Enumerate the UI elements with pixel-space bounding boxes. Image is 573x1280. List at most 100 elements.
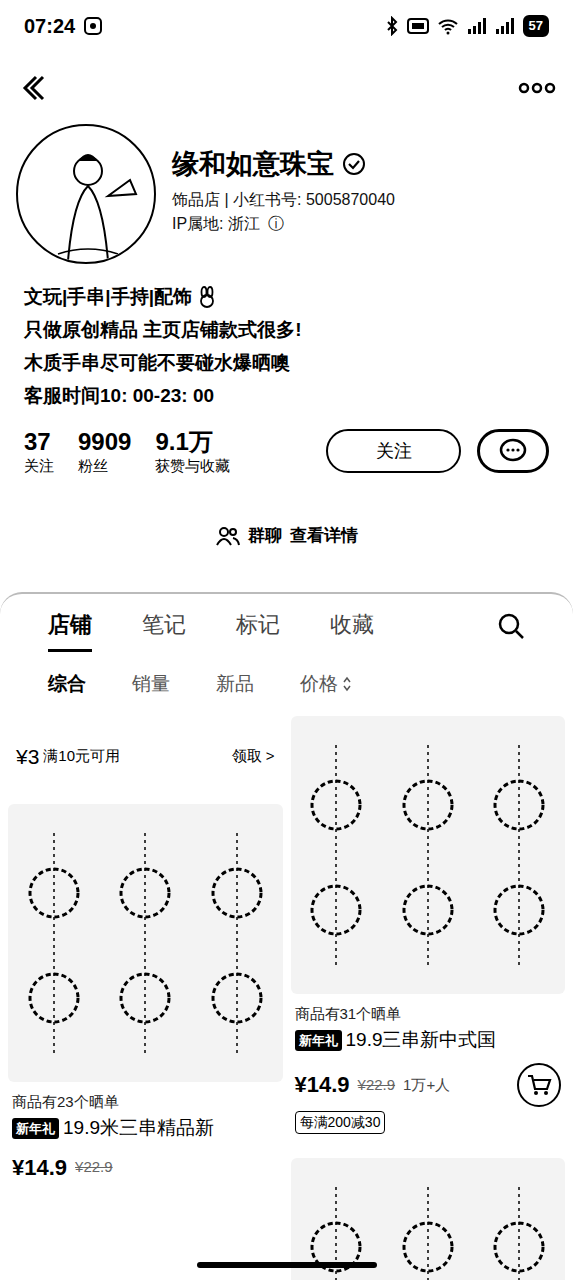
sort-bar: 综合 销量 新品 价格	[0, 652, 573, 716]
bio-text: 客服时间10: 00-23: 00	[24, 379, 214, 412]
status-right: 57	[385, 15, 549, 37]
bracelet-icon	[110, 823, 180, 1063]
coupon[interactable]: ¥3满10元可用领取 >	[8, 716, 283, 796]
bio-text: 木质手串尽可能不要碰水爆晒噢	[24, 346, 290, 379]
sort-arrows-icon	[342, 676, 352, 692]
sort-label: 综合	[48, 670, 86, 699]
profile-info: 缘和如意珠宝饰品店 | 小红书号: 5005870040IP属地: 浙江 ⓘ	[172, 124, 395, 264]
review-count: 商品有31个晒单	[291, 1002, 566, 1026]
group-chat-link[interactable]: 查看详情	[290, 523, 358, 549]
tab[interactable]: 标记	[236, 594, 280, 652]
stat-item[interactable]: 9.1万获赞与收藏	[155, 428, 230, 475]
bracelet-icon	[484, 735, 554, 975]
bio-line: 客服时间10: 00-23: 00	[24, 379, 549, 412]
sort-label: 新品	[216, 670, 254, 699]
chat-button[interactable]	[477, 429, 549, 473]
sort-option[interactable]: 综合	[48, 670, 86, 699]
stat-item[interactable]: 37关注	[24, 428, 54, 475]
battery: 57	[523, 15, 549, 37]
product-image[interactable]	[8, 804, 283, 1082]
product-title: 19.9三串新中式国	[346, 1026, 497, 1055]
bio: 文玩|手串|手持|配饰只做原创精品 主页店铺款式很多!木质手串尽可能不要碰水爆晒…	[0, 280, 573, 412]
bio-text: 文玩|手串|手持|配饰	[24, 280, 192, 313]
tab[interactable]: 笔记	[142, 594, 186, 652]
bracelet-icon	[393, 735, 463, 975]
stat-label: 关注	[24, 457, 54, 475]
bluetooth-icon	[385, 16, 399, 36]
signal-icon	[495, 17, 515, 35]
coupon-amount: ¥3	[16, 741, 39, 773]
promo-row: 每满200减30	[291, 1111, 566, 1134]
tab-bar: 店铺笔记标记收藏	[0, 594, 573, 652]
hd-icon	[407, 17, 429, 35]
product-column: 商品有31个晒单新年礼19.9三串新中式国¥14.9¥22.91万+人每满200…	[291, 716, 566, 1280]
tab[interactable]: 店铺	[48, 594, 92, 652]
promo-tag: 新年礼	[295, 1030, 342, 1052]
cart-button[interactable]	[517, 1063, 561, 1107]
group-chat-row: 群聊查看详情	[0, 523, 573, 549]
avatar[interactable]	[16, 124, 156, 264]
sort-label: 销量	[132, 670, 170, 699]
status-left: 07:24	[24, 11, 103, 41]
coupon-claim[interactable]: 领取 >	[232, 745, 275, 768]
promo-badge: 每满200减30	[295, 1111, 386, 1134]
price: ¥14.9	[12, 1151, 67, 1184]
profile-head: 缘和如意珠宝饰品店 | 小红书号: 5005870040IP属地: 浙江 ⓘ	[0, 124, 573, 264]
product-grid: ¥3满10元可用领取 >商品有23个晒单新年礼19.9米三串精品新¥14.9¥2…	[0, 716, 573, 1280]
stat-label: 粉丝	[78, 457, 131, 475]
product-title: 19.9米三串精品新	[63, 1114, 214, 1143]
title-row: 新年礼19.9米三串精品新	[8, 1114, 283, 1143]
original-price: ¥22.9	[358, 1074, 396, 1097]
back-icon[interactable]	[16, 72, 48, 104]
ip-line: IP属地: 浙江 ⓘ	[172, 212, 395, 236]
top-nav	[0, 52, 573, 124]
sort-option[interactable]: 新品	[216, 670, 254, 699]
people-icon	[216, 526, 240, 546]
sales: 1万+人	[403, 1074, 450, 1097]
stat-item[interactable]: 9909粉丝	[78, 428, 131, 475]
cart-icon	[526, 1073, 552, 1097]
bunny-icon	[196, 286, 218, 308]
stat-value: 9909	[78, 428, 131, 457]
clock: 07:24	[24, 11, 75, 41]
bracelet-icon	[393, 1177, 463, 1280]
bio-text: 只做原创精品 主页店铺款式很多!	[24, 313, 302, 346]
review-count: 商品有23个晒单	[8, 1090, 283, 1114]
bio-line: 木质手串尽可能不要碰水爆晒噢	[24, 346, 549, 379]
bracelet-icon	[484, 1177, 554, 1280]
bio-line: 只做原创精品 主页店铺款式很多!	[24, 313, 549, 346]
person-figure-icon	[18, 126, 156, 264]
bracelet-icon	[202, 823, 272, 1063]
stats: 37关注 9909粉丝 9.1万获赞与收藏	[24, 428, 230, 475]
group-chat-label[interactable]: 群聊	[248, 523, 282, 549]
info-icon[interactable]: ⓘ	[268, 212, 284, 236]
stat-value: 9.1万	[155, 428, 230, 457]
verified-icon	[342, 152, 366, 176]
product-card[interactable]: 商品有23个晒单新年礼19.9米三串精品新¥14.9¥22.9	[8, 804, 283, 1184]
more-icon[interactable]	[517, 80, 557, 96]
store-sheet: 店铺笔记标记收藏综合销量新品价格¥3满10元可用领取 >商品有23个晒单新年礼1…	[0, 592, 573, 1280]
price: ¥14.9	[295, 1068, 350, 1101]
signal-icon	[467, 17, 487, 35]
product-image[interactable]	[291, 716, 566, 994]
sort-option[interactable]: 销量	[132, 670, 170, 699]
title-row: 新年礼19.9三串新中式国	[291, 1026, 566, 1055]
stats-row: 37关注9909粉丝9.1万获赞与收藏关注	[0, 428, 573, 475]
store-name: 缘和如意珠宝	[172, 148, 334, 180]
product-card[interactable]: 商品有31个晒单新年礼19.9三串新中式国¥14.9¥22.91万+人每满200…	[291, 716, 566, 1134]
ip-location: IP属地: 浙江	[172, 212, 260, 236]
price-row: ¥14.9¥22.9	[8, 1151, 283, 1184]
actions: 关注	[326, 429, 549, 473]
name-row: 缘和如意珠宝	[172, 148, 395, 180]
follow-button[interactable]: 关注	[326, 429, 461, 473]
promo-tag: 新年礼	[12, 1118, 59, 1140]
product-column: ¥3满10元可用领取 >商品有23个晒单新年礼19.9米三串精品新¥14.9¥2…	[8, 716, 283, 1280]
sort-option[interactable]: 价格	[300, 670, 352, 699]
account-line: 饰品店 | 小红书号: 5005870040	[172, 188, 395, 212]
chat-icon	[498, 437, 528, 465]
sort-label: 价格	[300, 670, 338, 699]
bracelet-icon	[301, 735, 371, 975]
tab[interactable]: 收藏	[330, 594, 374, 652]
search-icon[interactable]	[497, 612, 525, 640]
stat-value: 37	[24, 428, 54, 457]
